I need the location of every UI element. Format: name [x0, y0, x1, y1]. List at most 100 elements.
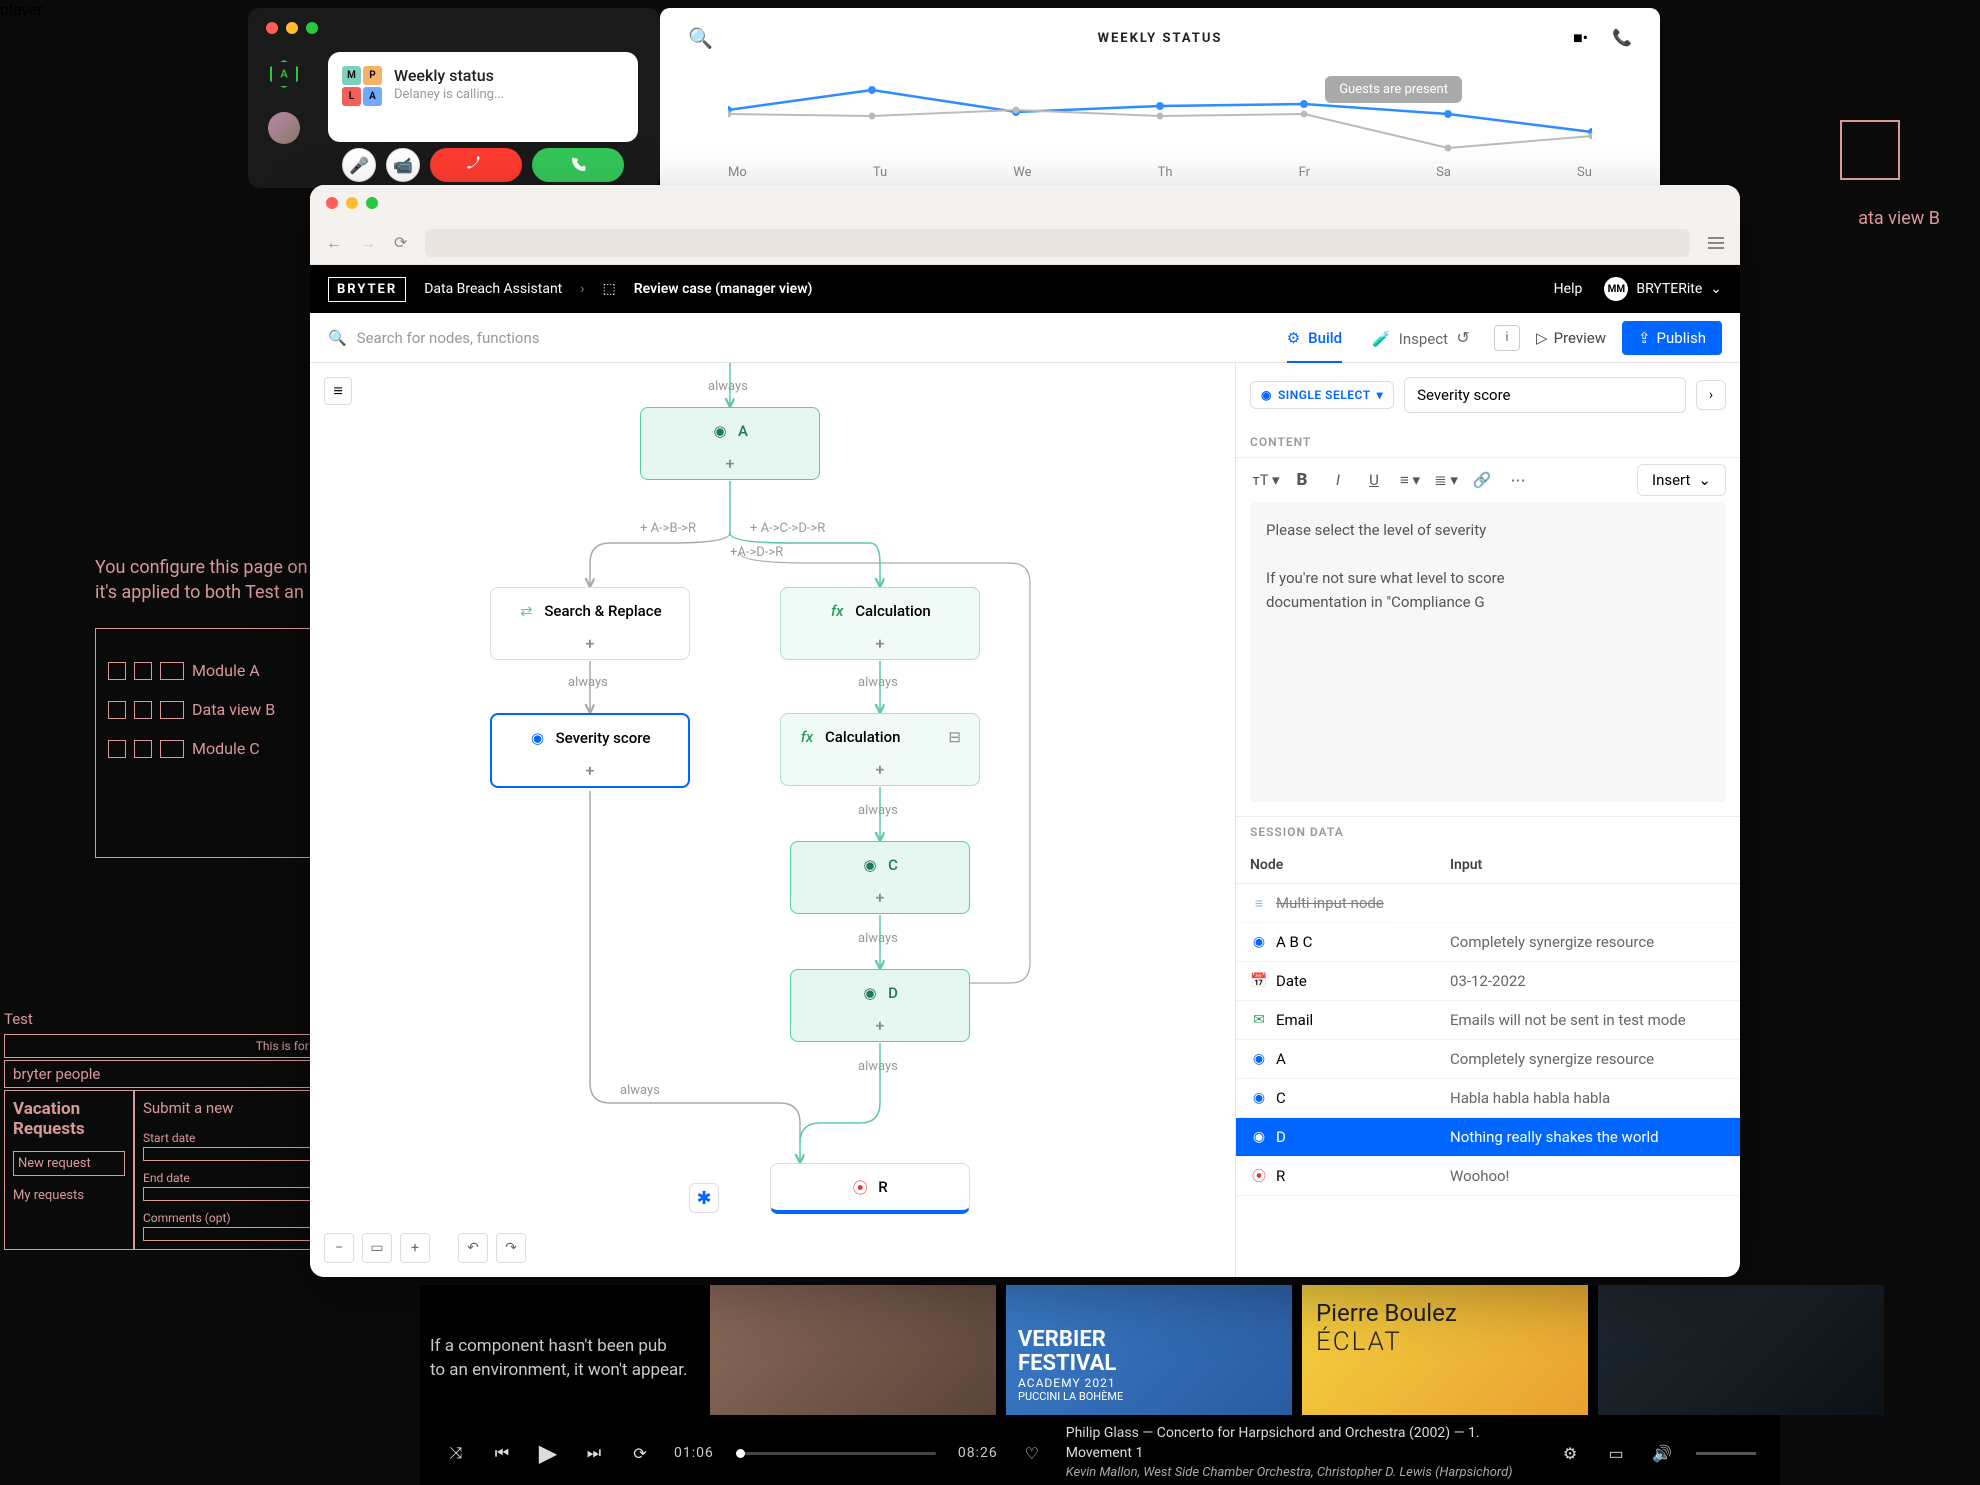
album-tile-verbier[interactable]: VERBIER FESTIVAL ACADEMY 2021 PUCCINI LA…	[1006, 1285, 1292, 1415]
shuffle-button[interactable]: ⤨	[444, 1441, 468, 1465]
align-button[interactable]: ≣ ▾	[1430, 464, 1462, 496]
add-below[interactable]: +	[641, 454, 819, 479]
video-icon[interactable]: ■•	[1573, 28, 1588, 48]
volume-icon[interactable]: 🔊	[1650, 1441, 1674, 1465]
undo-button[interactable]: ↶	[458, 1233, 488, 1263]
bryter-logo[interactable]: BRYTER	[328, 277, 406, 302]
node-type-chip[interactable]: ◉SINGLE SELECT▾	[1250, 381, 1394, 409]
bold-button[interactable]: B	[1286, 464, 1318, 496]
node-config-icon[interactable]: ⊟	[948, 728, 961, 746]
node-d[interactable]: ◉D +	[790, 969, 970, 1042]
node-search[interactable]: 🔍 Search for nodes, functions	[328, 329, 1287, 347]
edge-label: + A->C->D->R	[750, 521, 825, 536]
node-calculation-2[interactable]: fxCalculation⊟ +	[780, 713, 980, 786]
settings-icon[interactable]: ⚙	[1558, 1441, 1582, 1465]
link-button[interactable]: 🔗	[1466, 464, 1498, 496]
zoom-out[interactable]: −	[324, 1233, 354, 1263]
back-button[interactable]: ←	[326, 233, 342, 253]
more-button[interactable]: ⋯	[1502, 464, 1534, 496]
decline-button[interactable]	[430, 148, 522, 182]
underline-button[interactable]: U	[1358, 464, 1390, 496]
publish-button[interactable]: ⇪Publish	[1622, 321, 1722, 355]
session-row-selected[interactable]: ◉D Nothing really shakes the world	[1236, 1118, 1740, 1157]
next-button[interactable]: ⏭	[582, 1441, 606, 1465]
info-icon[interactable]: i	[1494, 325, 1520, 351]
queue-icon[interactable]: ▭	[1604, 1441, 1628, 1465]
close-dot[interactable]	[326, 197, 338, 209]
repeat-button[interactable]: ⟳	[628, 1441, 652, 1465]
maximize-dot[interactable]	[366, 197, 378, 209]
album-tile-4[interactable]	[1598, 1285, 1884, 1415]
accept-button[interactable]	[532, 148, 624, 182]
italic-button[interactable]: I	[1322, 464, 1354, 496]
goto-button[interactable]: ›	[1696, 380, 1726, 410]
progress-bar[interactable]	[736, 1452, 936, 1455]
user-menu[interactable]: MM BRYTERite ⌄	[1604, 277, 1722, 301]
edge-label: + A->B->R	[640, 521, 696, 536]
avatar[interactable]	[268, 112, 300, 144]
add-below[interactable]: +	[791, 1016, 969, 1041]
insert-button[interactable]: Insert⌄	[1637, 464, 1726, 496]
add-below[interactable]: +	[491, 634, 689, 659]
node-title-input[interactable]	[1404, 377, 1686, 413]
redo-button[interactable]: ↷	[496, 1233, 526, 1263]
favorite-button[interactable]: ♡	[1020, 1441, 1044, 1465]
weekly-status-window: 🔍 WEEKLY STATUS ■• 📞 Guests are present …	[660, 8, 1660, 198]
mute-button[interactable]: 🎤	[342, 148, 376, 182]
minimize-dot[interactable]	[346, 197, 358, 209]
session-row[interactable]: ◉A B C Completely synergize resource	[1236, 923, 1740, 962]
add-below[interactable]: +	[781, 760, 979, 785]
session-row[interactable]: ⦿R Woohoo!	[1236, 1157, 1740, 1196]
zoom-in[interactable]: +	[400, 1233, 430, 1263]
node-search-replace[interactable]: ⇄Search & Replace +	[490, 587, 690, 660]
app-icon[interactable]	[270, 60, 298, 88]
url-bar[interactable]	[425, 229, 1690, 257]
tab-inspect[interactable]: 🧪Inspect	[1372, 329, 1448, 363]
maximize-dot[interactable]	[306, 22, 318, 34]
menu-button[interactable]	[1708, 237, 1724, 249]
breadcrumb-1[interactable]: Data Breach Assistant	[424, 281, 562, 297]
browser-tabbar	[310, 185, 1740, 221]
node-c[interactable]: ◉C +	[790, 841, 970, 914]
node-calculation-1[interactable]: fxCalculation +	[780, 587, 980, 660]
history-icon[interactable]: ↺	[1448, 323, 1478, 353]
tab-build[interactable]: ⚙Build	[1287, 329, 1342, 363]
reload-button[interactable]: ⟳	[394, 233, 407, 252]
search-icon[interactable]: 🔍	[688, 26, 713, 50]
breadcrumb-2[interactable]: Review case (manager view)	[634, 281, 813, 297]
close-dot[interactable]	[266, 22, 278, 34]
prev-button[interactable]: ⏮	[490, 1441, 514, 1465]
forward-button[interactable]: →	[360, 233, 376, 253]
list-button[interactable]: ≡ ▾	[1394, 464, 1426, 496]
volume-slider[interactable]	[1696, 1452, 1756, 1455]
node-result[interactable]: ⦿R	[770, 1163, 970, 1214]
session-row[interactable]: 📅Date 03-12-2022	[1236, 962, 1740, 1001]
chart-title: WEEKLY STATUS	[1098, 31, 1223, 46]
cube-icon: ⬚	[603, 281, 616, 297]
session-row[interactable]: ✉Email Emails will not be sent in test m…	[1236, 1001, 1740, 1040]
zoom-fit[interactable]: ▭	[362, 1233, 392, 1263]
album-tile-boulez[interactable]: Pierre Boulez ÉCLAT	[1302, 1285, 1588, 1415]
calendar-icon: 📅	[1250, 972, 1268, 990]
minimize-dot[interactable]	[286, 22, 298, 34]
editor-content[interactable]: Please select the level of severity If y…	[1250, 502, 1726, 802]
video-button[interactable]: 📹	[386, 148, 420, 182]
node-a[interactable]: ◉A +	[640, 407, 820, 480]
session-row[interactable]: ≡Multi input node	[1236, 884, 1740, 923]
app-subheader: 🔍 Search for nodes, functions ⚙Build 🧪In…	[310, 313, 1740, 363]
add-below[interactable]: +	[492, 761, 688, 786]
phone-icon[interactable]: 📞	[1612, 28, 1632, 48]
chevron-down-icon: ⌄	[1710, 281, 1722, 297]
add-below[interactable]: +	[781, 634, 979, 659]
album-tile-1[interactable]	[710, 1285, 996, 1415]
play-button[interactable]: ▶	[536, 1441, 560, 1465]
star-button[interactable]: ✱	[689, 1183, 719, 1213]
text-style-button[interactable]: тT ▾	[1250, 464, 1282, 496]
node-severity[interactable]: ◉Severity score +	[490, 713, 690, 788]
session-row[interactable]: ◉C Habla habla habla habla	[1236, 1079, 1740, 1118]
add-below[interactable]: +	[791, 888, 969, 913]
preview-button[interactable]: ▷Preview	[1536, 329, 1606, 347]
session-row[interactable]: ◉A Completely synergize resource	[1236, 1040, 1740, 1079]
help-link[interactable]: Help	[1554, 281, 1583, 297]
flow-canvas[interactable]: ≡ always ◉A + + A-	[310, 363, 1235, 1277]
